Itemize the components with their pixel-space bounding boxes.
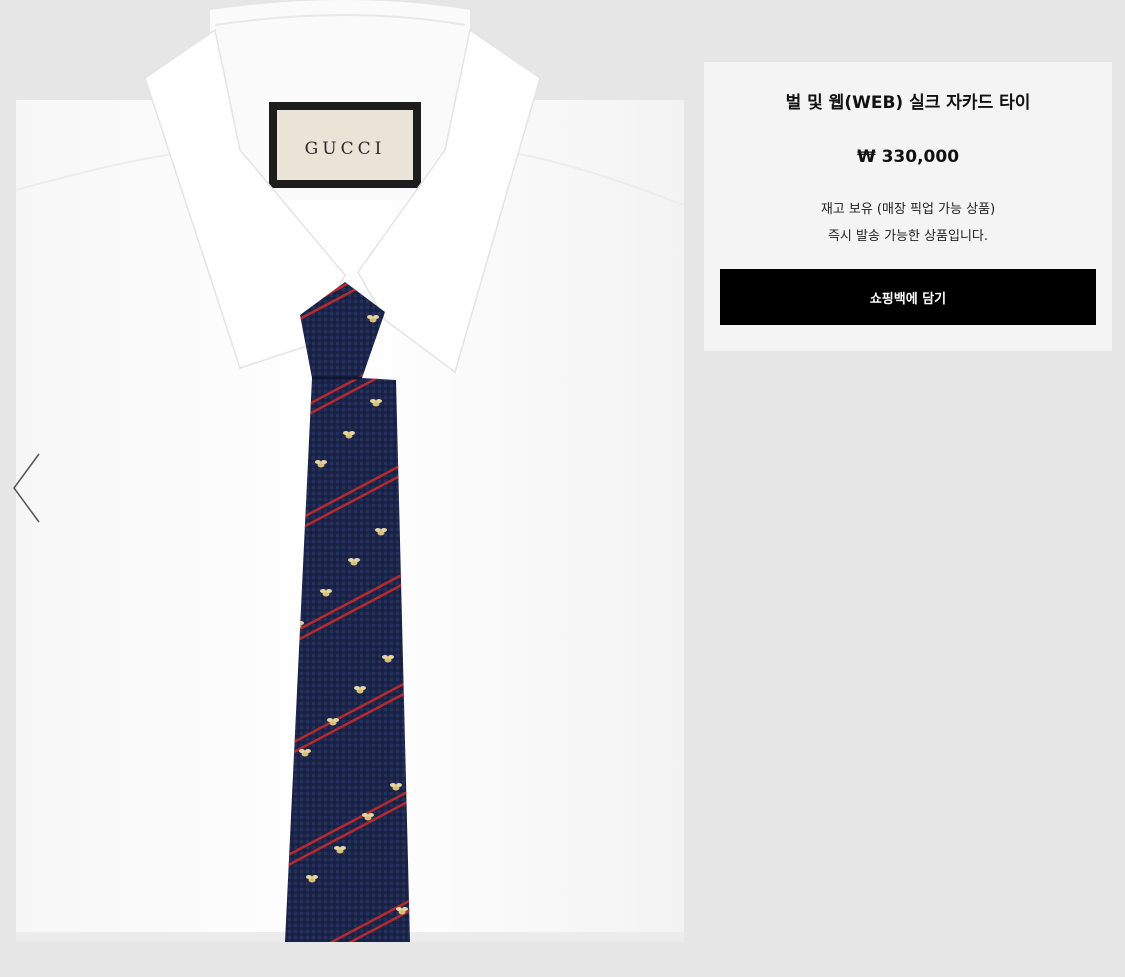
- shipping-note: 즉시 발송 가능한 상품입니다.: [827, 229, 989, 244]
- chevron-left-icon: [13, 453, 40, 523]
- stock-status: 재고 보유 (매장 픽업 가능 상품): [820, 202, 996, 217]
- product-price: ₩ 330,000: [856, 147, 960, 167]
- product-image-gallery: GUCCI: [0, 0, 700, 977]
- product-title: 벌 및 웹(WEB) 실크 자카드 타이: [785, 93, 1031, 113]
- product-image: GUCCI: [15, 0, 685, 942]
- brand-label-text: GUCCI: [305, 139, 386, 159]
- add-to-bag-button[interactable]: 쇼핑백에 담기: [720, 269, 1096, 325]
- gallery-prev-button[interactable]: [8, 450, 46, 526]
- product-info-panel: 벌 및 웹(WEB) 실크 자카드 타이 ₩ 330,000 재고 보유 (매장…: [704, 62, 1112, 351]
